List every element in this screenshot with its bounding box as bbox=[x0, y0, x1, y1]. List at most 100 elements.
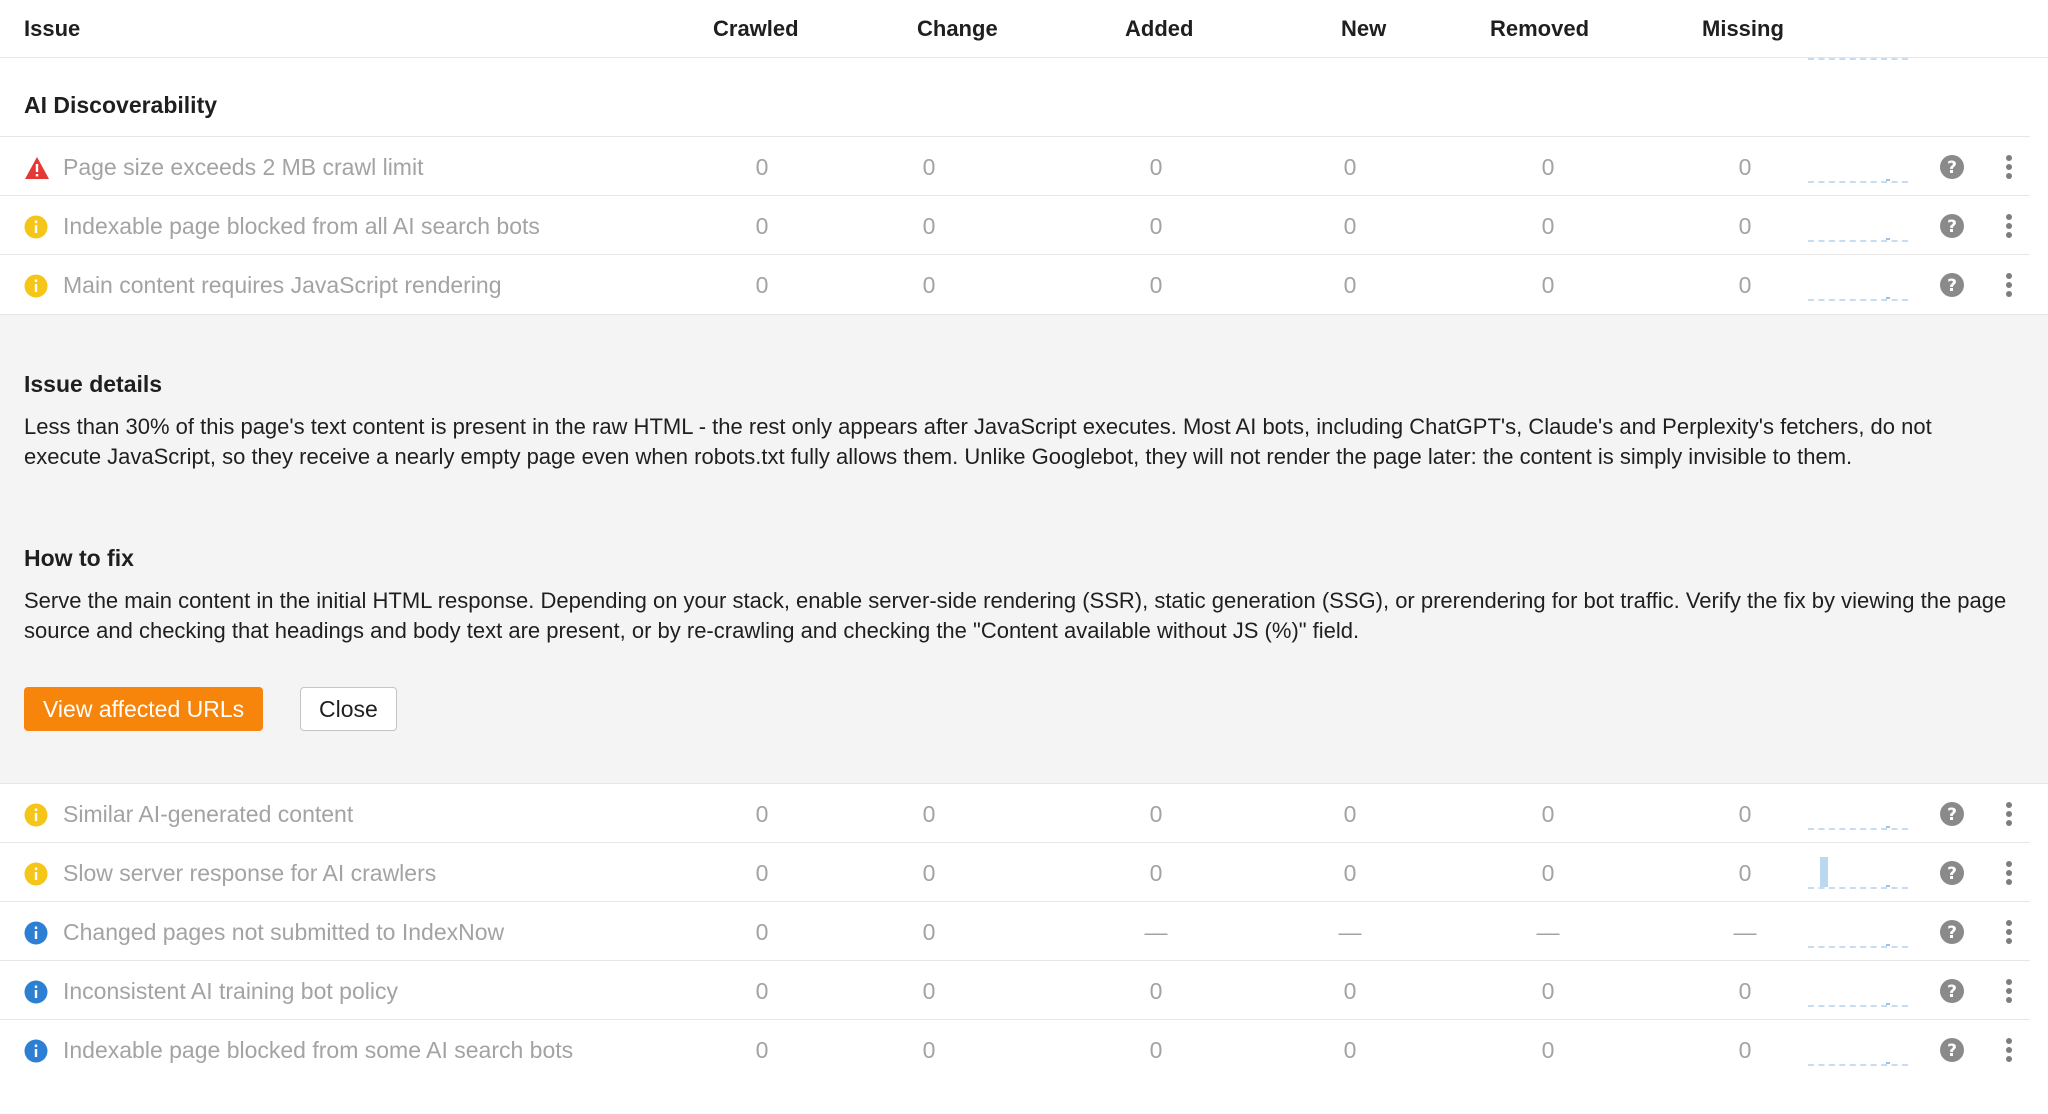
more-options-icon[interactable] bbox=[2004, 859, 2014, 887]
cell-missing[interactable]: 0 bbox=[1715, 799, 1775, 829]
cell-crawled[interactable]: 0 bbox=[732, 152, 792, 182]
cell-change[interactable]: 0 bbox=[899, 858, 959, 888]
cell-change[interactable]: 0 bbox=[899, 799, 959, 829]
cell-added[interactable]: 0 bbox=[1126, 1035, 1186, 1065]
svg-text:?: ? bbox=[1947, 923, 1957, 943]
cell-crawled[interactable]: 0 bbox=[732, 270, 792, 300]
cell-crawled[interactable]: 0 bbox=[732, 799, 792, 829]
cell-added[interactable]: 0 bbox=[1126, 211, 1186, 241]
column-header-removed[interactable]: Removed bbox=[1490, 16, 1589, 42]
cell-missing[interactable]: — bbox=[1715, 917, 1775, 947]
issue-details-heading: Issue details bbox=[24, 371, 163, 397]
cell-crawled[interactable]: 0 bbox=[732, 917, 792, 947]
column-header-crawled[interactable]: Crawled bbox=[713, 16, 799, 42]
cell-change[interactable]: 0 bbox=[899, 211, 959, 241]
cell-crawled[interactable]: 0 bbox=[732, 976, 792, 1006]
cell-new[interactable]: 0 bbox=[1320, 270, 1380, 300]
cell-removed[interactable]: 0 bbox=[1518, 799, 1578, 829]
svg-text:?: ? bbox=[1947, 217, 1957, 237]
cell-removed[interactable]: 0 bbox=[1518, 211, 1578, 241]
close-button[interactable]: Close bbox=[300, 687, 397, 731]
help-icon[interactable]: ? bbox=[1939, 919, 1965, 945]
column-header-change[interactable]: Change bbox=[917, 16, 998, 42]
more-options-icon[interactable] bbox=[2004, 918, 2014, 946]
table-row[interactable]: Inconsistent AI training bot policy 0 0 0 0 0… bbox=[0, 960, 2030, 1019]
table-row[interactable]: Changed pages not submitted to IndexNow 0… bbox=[0, 901, 2030, 960]
cell-crawled[interactable]: 0 bbox=[732, 858, 792, 888]
more-options-icon[interactable] bbox=[2004, 977, 2014, 1005]
cell-change[interactable]: 0 bbox=[899, 270, 959, 300]
cell-new[interactable]: 0 bbox=[1320, 976, 1380, 1006]
table-row[interactable]: Similar AI-generated content 0 0 0 0 0 0? bbox=[0, 783, 2030, 842]
notice-info-icon bbox=[24, 1039, 48, 1063]
more-options-icon[interactable] bbox=[2004, 800, 2014, 828]
help-icon[interactable]: ? bbox=[1939, 213, 1965, 239]
view-affected-urls-button[interactable]: View affected URLs bbox=[24, 687, 264, 731]
cell-new[interactable]: 0 bbox=[1320, 1035, 1380, 1065]
issue-name[interactable]: Main content requires JavaScript renderi… bbox=[63, 270, 603, 300]
table-row[interactable]: Main content requires JavaScript renderi… bbox=[0, 254, 2030, 313]
cell-new[interactable]: 0 bbox=[1320, 858, 1380, 888]
issue-name[interactable]: Slow server response for AI crawlers bbox=[63, 858, 603, 888]
issue-name[interactable]: Similar AI-generated content bbox=[63, 799, 603, 829]
cell-removed[interactable]: 0 bbox=[1518, 1035, 1578, 1065]
issue-name[interactable]: Page size exceeds 2 MB crawl limit bbox=[63, 152, 603, 182]
cell-new[interactable]: 0 bbox=[1320, 152, 1380, 182]
more-options-icon[interactable] bbox=[2004, 271, 2014, 299]
cell-added[interactable]: 0 bbox=[1126, 152, 1186, 182]
cell-change[interactable]: 0 bbox=[899, 152, 959, 182]
issue-name[interactable]: Inconsistent AI training bot policy bbox=[63, 976, 603, 1006]
cell-removed[interactable]: — bbox=[1518, 917, 1578, 947]
help-icon[interactable]: ? bbox=[1939, 272, 1965, 298]
column-header-missing[interactable]: Missing bbox=[1702, 16, 1784, 42]
cell-removed[interactable]: 0 bbox=[1518, 976, 1578, 1006]
cell-removed[interactable]: 0 bbox=[1518, 858, 1578, 888]
cell-added[interactable]: 0 bbox=[1126, 858, 1186, 888]
more-options-icon[interactable] bbox=[2004, 1036, 2014, 1064]
table-row[interactable]: Indexable page blocked from all AI searc… bbox=[0, 195, 2030, 254]
svg-text:?: ? bbox=[1947, 1041, 1957, 1061]
cell-new[interactable]: 0 bbox=[1320, 799, 1380, 829]
column-header-added[interactable]: Added bbox=[1125, 16, 1193, 42]
cell-added[interactable]: 0 bbox=[1126, 270, 1186, 300]
cell-missing[interactable]: 0 bbox=[1715, 1035, 1775, 1065]
section-title: AI Discoverability bbox=[24, 92, 218, 118]
cell-added[interactable]: 0 bbox=[1126, 799, 1186, 829]
help-icon[interactable]: ? bbox=[1939, 978, 1965, 1004]
cell-crawled[interactable]: 0 bbox=[732, 211, 792, 241]
warning-info-icon bbox=[24, 274, 48, 298]
cell-change[interactable]: 0 bbox=[899, 1035, 959, 1065]
cell-added[interactable]: — bbox=[1126, 917, 1186, 947]
table-row[interactable]: Slow server response for AI crawlers 0 0 0 0… bbox=[0, 842, 2030, 901]
cell-removed[interactable]: 0 bbox=[1518, 152, 1578, 182]
cell-missing[interactable]: 0 bbox=[1715, 976, 1775, 1006]
table-row[interactable]: Indexable page blocked from some AI sear… bbox=[0, 1019, 2030, 1078]
cell-missing[interactable]: 0 bbox=[1715, 211, 1775, 241]
cell-missing[interactable]: 0 bbox=[1715, 152, 1775, 182]
column-header-issue[interactable]: Issue bbox=[24, 16, 80, 42]
cell-missing[interactable]: 0 bbox=[1715, 270, 1775, 300]
more-options-icon[interactable] bbox=[2004, 212, 2014, 240]
cell-removed[interactable]: 0 bbox=[1518, 270, 1578, 300]
cell-missing[interactable]: 0 bbox=[1715, 858, 1775, 888]
warning-info-icon bbox=[24, 215, 48, 239]
more-options-icon[interactable] bbox=[2004, 153, 2014, 181]
cell-change[interactable]: 0 bbox=[899, 917, 959, 947]
column-header-new[interactable]: New bbox=[1341, 16, 1386, 42]
issue-name[interactable]: Indexable page blocked from some AI sear… bbox=[63, 1035, 603, 1065]
table-row[interactable]: Page size exceeds 2 MB crawl limit 0 0 0 0 0 0… bbox=[0, 136, 2030, 195]
how-to-fix-text: Serve the main content in the initial HT… bbox=[24, 588, 2007, 643]
cell-new[interactable]: 0 bbox=[1320, 211, 1380, 241]
help-icon[interactable]: ? bbox=[1939, 1037, 1965, 1063]
cell-change[interactable]: 0 bbox=[899, 976, 959, 1006]
help-icon[interactable]: ? bbox=[1939, 860, 1965, 886]
cell-added[interactable]: 0 bbox=[1126, 976, 1186, 1006]
cell-crawled[interactable]: 0 bbox=[732, 1035, 792, 1065]
help-icon[interactable]: ? bbox=[1939, 801, 1965, 827]
cell-new[interactable]: — bbox=[1320, 917, 1380, 947]
issue-name[interactable]: Indexable page blocked from all AI searc… bbox=[63, 211, 603, 241]
sparkline bbox=[1808, 297, 1908, 301]
issue-details-text: Less than 30% of this page's text conten… bbox=[24, 414, 1932, 469]
help-icon[interactable]: ? bbox=[1939, 154, 1965, 180]
issue-name[interactable]: Changed pages not submitted to IndexNow bbox=[63, 917, 603, 947]
